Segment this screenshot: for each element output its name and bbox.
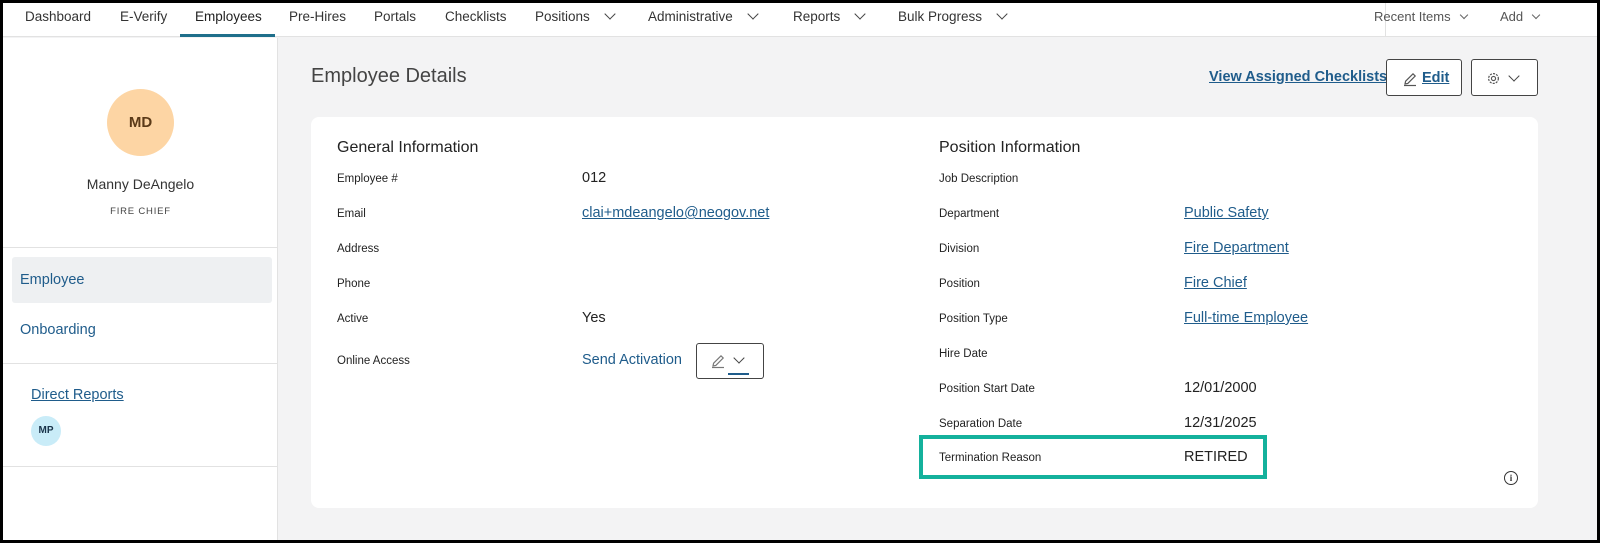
active-label: Active: [337, 313, 369, 325]
details-card: General Information Employee # 012 Email…: [311, 117, 1538, 508]
nav-dashboard[interactable]: Dashboard: [25, 3, 91, 37]
edit-button[interactable]: Edit: [1386, 59, 1462, 96]
position-type-label: Position Type: [939, 313, 1008, 325]
nav-reports-label: Reports: [793, 9, 841, 24]
page-title: Employee Details: [311, 65, 467, 87]
address-label: Address: [337, 243, 380, 255]
position-link[interactable]: Fire Chief: [1184, 275, 1247, 291]
focus-underline: [728, 373, 749, 375]
edit-label: Edit: [1422, 70, 1450, 86]
nav-administrative[interactable]: Administrative: [648, 3, 759, 37]
nav-portals[interactable]: Portals: [374, 3, 416, 37]
nav-bulk-progress[interactable]: Bulk Progress: [898, 3, 1008, 37]
divider: [3, 363, 278, 364]
employee-name: Manny DeAngelo: [86, 176, 195, 192]
separation-date-label: Separation Date: [939, 418, 1023, 430]
nav-e-verify[interactable]: E-Verify: [120, 3, 167, 37]
termination-reason-value: RETIRED: [1184, 449, 1248, 465]
divider: [3, 247, 278, 248]
position-information-heading: Position Information: [939, 139, 1081, 156]
nav-pre-hires[interactable]: Pre-Hires: [289, 3, 346, 37]
add-dropdown[interactable]: Add: [1500, 3, 1541, 37]
app-frame: Dashboard E-Verify Employees Pre-Hires P…: [3, 3, 1597, 540]
avatar: MD: [107, 89, 174, 156]
nav-administrative-label: Administrative: [648, 9, 733, 24]
sidebar: MD Manny DeAngelo FIRE CHIEF Employee On…: [3, 38, 278, 540]
department-link[interactable]: Public Safety: [1184, 205, 1269, 221]
chevron-down-icon: [1531, 10, 1541, 20]
employee-title: FIRE CHIEF: [110, 206, 171, 217]
online-access-label: Online Access: [337, 355, 410, 367]
view-assigned-checklists-link[interactable]: View Assigned Checklists: [1209, 69, 1387, 85]
sidebar-item-employee[interactable]: Employee: [12, 257, 272, 303]
phone-label: Phone: [337, 278, 371, 290]
pencil-icon: [1404, 72, 1417, 87]
position-start-date-label: Position Start Date: [939, 383, 1035, 395]
separation-date-value: 12/31/2025: [1184, 415, 1257, 431]
settings-menu-button[interactable]: [1471, 59, 1538, 96]
direct-report-avatar[interactable]: MP: [31, 416, 61, 446]
position-type-link[interactable]: Full-time Employee: [1184, 310, 1308, 326]
email-label: Email: [337, 208, 366, 220]
position-label: Position: [939, 278, 980, 290]
add-label: Add: [1500, 9, 1524, 24]
position-start-date-value: 12/01/2000: [1184, 380, 1257, 396]
general-information-heading: General Information: [337, 139, 479, 156]
employee-number-value: 012: [582, 170, 607, 186]
recent-items-label: Recent Items: [1374, 9, 1451, 24]
hire-date-label: Hire Date: [939, 348, 988, 360]
termination-reason-label: Termination Reason: [939, 452, 1042, 464]
division-label: Division: [939, 243, 980, 255]
chevron-down-icon: [1459, 10, 1468, 20]
top-nav: Dashboard E-Verify Employees Pre-Hires P…: [3, 3, 1597, 37]
active-value: Yes: [582, 310, 606, 326]
divider: [3, 466, 278, 467]
online-access-edit-button[interactable]: [696, 343, 764, 379]
chevron-down-icon: [1508, 70, 1520, 82]
direct-reports-link[interactable]: Direct Reports: [31, 387, 124, 403]
sidebar-item-onboarding[interactable]: Onboarding: [12, 307, 272, 353]
department-label: Department: [939, 208, 1000, 220]
nav-checklists[interactable]: Checklists: [445, 3, 507, 37]
nav-reports[interactable]: Reports: [793, 3, 866, 37]
chevron-down-icon: [996, 8, 1008, 20]
chevron-down-icon: [747, 8, 759, 20]
info-icon[interactable]: i: [1504, 471, 1518, 485]
email-link[interactable]: clai+mdeangelo@neogov.net: [582, 205, 769, 221]
nav-bulk-progress-label: Bulk Progress: [898, 9, 983, 24]
gear-icon: [1488, 73, 1499, 84]
employee-number-label: Employee #: [337, 173, 398, 185]
nav-employees[interactable]: Employees: [180, 3, 275, 37]
send-activation-link[interactable]: Send Activation: [582, 352, 682, 368]
job-description-label: Job Description: [939, 173, 1019, 185]
recent-items-dropdown[interactable]: Recent Items: [1374, 3, 1468, 37]
chevron-down-icon: [604, 8, 616, 20]
chevron-down-icon: [733, 352, 745, 364]
nav-positions[interactable]: Positions: [535, 3, 616, 37]
nav-positions-label: Positions: [535, 9, 590, 24]
chevron-down-icon: [854, 8, 866, 20]
division-link[interactable]: Fire Department: [1184, 240, 1289, 256]
pencil-icon: [712, 354, 725, 369]
